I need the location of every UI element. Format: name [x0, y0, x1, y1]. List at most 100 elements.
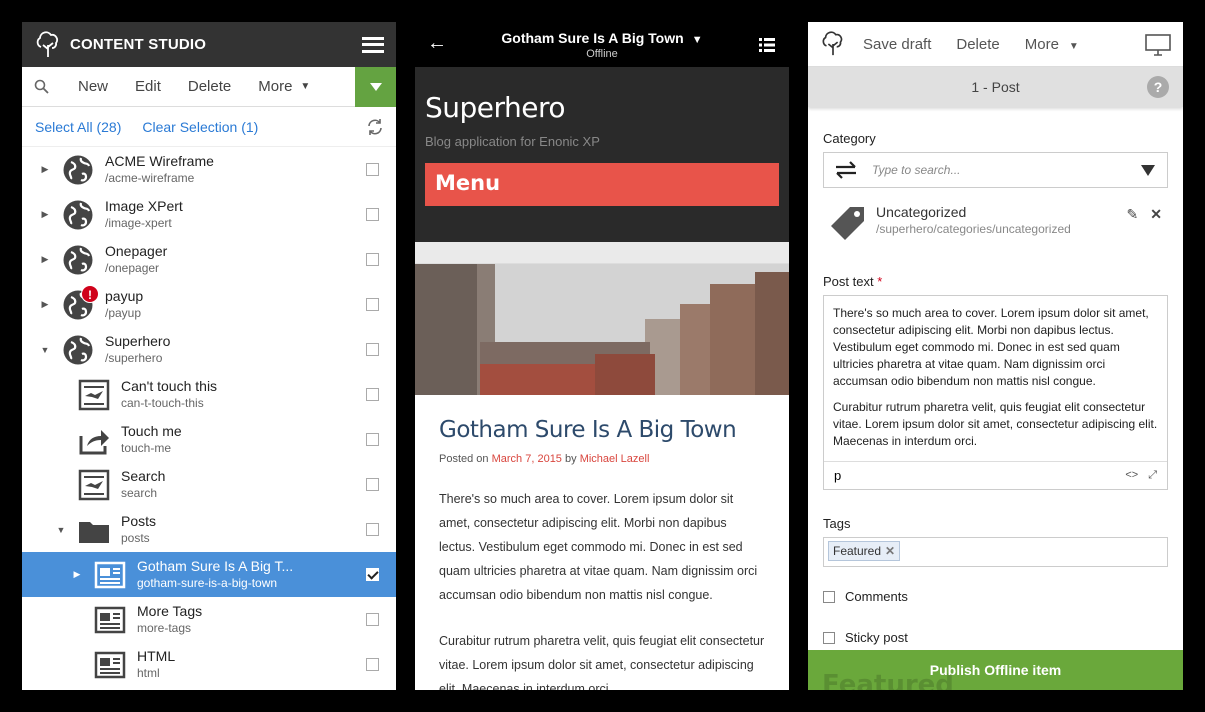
- row-checkbox[interactable]: [366, 208, 379, 221]
- tree-row[interactable]: ▼ Posts posts: [22, 507, 396, 552]
- selection-bar: Select All (28) Clear Selection (1): [22, 107, 396, 147]
- comments-checkbox[interactable]: [823, 590, 835, 603]
- selected-category: Uncategorized /superhero/categories/unca…: [823, 204, 1168, 244]
- sticky-checkbox[interactable]: [823, 631, 835, 644]
- category-label: Category: [823, 131, 876, 146]
- row-path: can-t-touch-this: [121, 396, 204, 410]
- expand-arrow-icon[interactable]: ▶: [39, 164, 51, 175]
- save-draft-button[interactable]: Save draft: [863, 36, 931, 53]
- row-name: Search: [121, 468, 166, 484]
- row-checkbox[interactable]: [366, 253, 379, 266]
- row-path: posts: [121, 531, 150, 545]
- preview-title-dropdown[interactable]: Gotham Sure Is A Big Town ▼ Offline: [501, 30, 702, 60]
- template-icon: [77, 468, 111, 502]
- search-icon[interactable]: [22, 79, 62, 95]
- row-checkbox[interactable]: [366, 163, 379, 176]
- row-checkbox[interactable]: [366, 433, 379, 446]
- tree-row[interactable]: More Tags more-tags: [22, 597, 396, 642]
- sticky-option: Sticky post: [823, 630, 1168, 645]
- tree-row[interactable]: ▶ Gotham Sure Is A Big T... gotham-sure-is…: [22, 552, 396, 597]
- row-checkbox[interactable]: [366, 568, 379, 581]
- row-path: html: [137, 666, 160, 680]
- row-path: more-tags: [137, 621, 192, 635]
- help-icon[interactable]: ?: [1147, 76, 1169, 98]
- tree-logo-icon[interactable]: [820, 30, 846, 58]
- site-title[interactable]: Superhero: [425, 91, 779, 124]
- editor-paragraph[interactable]: Curabitur rutrum pharetra velit, quis fe…: [833, 399, 1158, 450]
- globe-icon: [61, 333, 95, 367]
- tree-row[interactable]: ▶ ACME Wireframe/acme-wireframe: [22, 147, 396, 192]
- post-date-link[interactable]: March 7, 2015: [492, 453, 562, 465]
- refresh-icon[interactable]: [366, 118, 384, 136]
- remove-x-icon[interactable]: ✕: [1150, 206, 1162, 223]
- filter-toggle-button[interactable]: [355, 67, 396, 107]
- tree-row[interactable]: HTML html: [22, 642, 396, 687]
- clear-selection-link[interactable]: Clear Selection (1): [142, 119, 258, 135]
- fullscreen-icon[interactable]: ⤢: [1148, 469, 1157, 482]
- more-button[interactable]: More ▼: [1025, 36, 1079, 53]
- expand-arrow-icon[interactable]: ▶: [39, 254, 51, 265]
- editor-paragraph[interactable]: There's so much area to cover. Lorem ips…: [833, 305, 1158, 390]
- remove-tag-icon[interactable]: ✕: [885, 544, 895, 558]
- row-checkbox[interactable]: [366, 298, 379, 311]
- tree-row[interactable]: ▼ Superhero/superhero: [22, 327, 396, 372]
- category-combobox[interactable]: Type to search...: [823, 152, 1168, 188]
- delete-button[interactable]: Delete: [956, 36, 999, 53]
- delete-button[interactable]: Delete: [188, 78, 231, 95]
- expand-arrow-icon[interactable]: ▶: [71, 569, 83, 580]
- row-checkbox[interactable]: [366, 658, 379, 671]
- list-icon[interactable]: [759, 38, 775, 52]
- preview-status: Offline: [586, 47, 618, 60]
- app-title: CONTENT STUDIO: [70, 36, 207, 53]
- site-subtitle: Blog application for Enonic XP: [425, 134, 600, 149]
- article-title[interactable]: Gotham Sure Is A Big Town: [439, 417, 765, 443]
- row-name: Superhero: [105, 333, 171, 349]
- app-header: CONTENT STUDIO: [22, 22, 396, 67]
- more-button[interactable]: More ▼: [258, 78, 310, 95]
- globe-icon: !: [61, 284, 99, 322]
- tree-row[interactable]: ▶! payup/payup: [22, 282, 396, 327]
- source-code-icon[interactable]: <>: [1125, 469, 1138, 482]
- select-all-link[interactable]: Select All (28): [35, 119, 121, 135]
- row-checkbox[interactable]: [366, 388, 379, 401]
- row-name: Touch me: [121, 423, 182, 439]
- tree-row[interactable]: ▶ Onepager/onepager: [22, 237, 396, 282]
- collapse-arrow-icon[interactable]: ▼: [39, 345, 51, 355]
- expand-arrow-icon[interactable]: ▶: [39, 209, 51, 220]
- back-arrow-icon[interactable]: ←: [427, 32, 447, 55]
- row-name: More Tags: [137, 603, 203, 619]
- post-text-editor[interactable]: There's so much area to cover. Lorem ips…: [823, 295, 1168, 490]
- category-name: Uncategorized: [876, 204, 967, 220]
- hamburger-menu-icon[interactable]: [362, 36, 384, 53]
- row-name: ACME Wireframe: [105, 153, 214, 169]
- edit-button[interactable]: Edit: [135, 78, 161, 95]
- tree-row[interactable]: Can't touch this can-t-touch-this: [22, 372, 396, 417]
- row-checkbox[interactable]: [366, 343, 379, 356]
- chevron-down-icon: [369, 83, 382, 91]
- row-name: Posts: [121, 513, 157, 529]
- expand-arrow-icon[interactable]: ▶: [39, 299, 51, 310]
- tree-row[interactable]: ▶ Image XPert/image-xpert: [22, 192, 396, 237]
- more-label: More: [258, 78, 293, 95]
- comments-option: Comments: [823, 589, 1168, 604]
- tree-row[interactable]: Touch me touch-me: [22, 417, 396, 462]
- error-badge: !: [81, 284, 99, 303]
- edit-pencil-icon[interactable]: ✎: [1127, 206, 1139, 223]
- monitor-icon[interactable]: [1145, 34, 1171, 56]
- row-checkbox[interactable]: [366, 523, 379, 536]
- publish-button[interactable]: Featured Publish Offline item: [808, 650, 1183, 690]
- menu-button[interactable]: Menu: [425, 163, 779, 206]
- post-form: Category Type to search... Uncategorized…: [808, 131, 1183, 645]
- row-checkbox[interactable]: [366, 613, 379, 626]
- tag-label: Featured: [833, 544, 882, 558]
- tree-row[interactable]: Search search: [22, 462, 396, 507]
- row-checkbox[interactable]: [366, 478, 379, 491]
- publish-label: Publish Offline item: [929, 662, 1062, 678]
- post-text-label-text: Post text: [823, 274, 874, 289]
- author-link[interactable]: Michael Lazell: [580, 453, 650, 465]
- sticky-label: Sticky post: [845, 630, 908, 645]
- tags-input[interactable]: Featured ✕: [823, 537, 1168, 567]
- new-button[interactable]: New: [78, 78, 108, 95]
- dropdown-arrow-icon[interactable]: [1141, 165, 1155, 176]
- collapse-arrow-icon[interactable]: ▼: [55, 525, 67, 535]
